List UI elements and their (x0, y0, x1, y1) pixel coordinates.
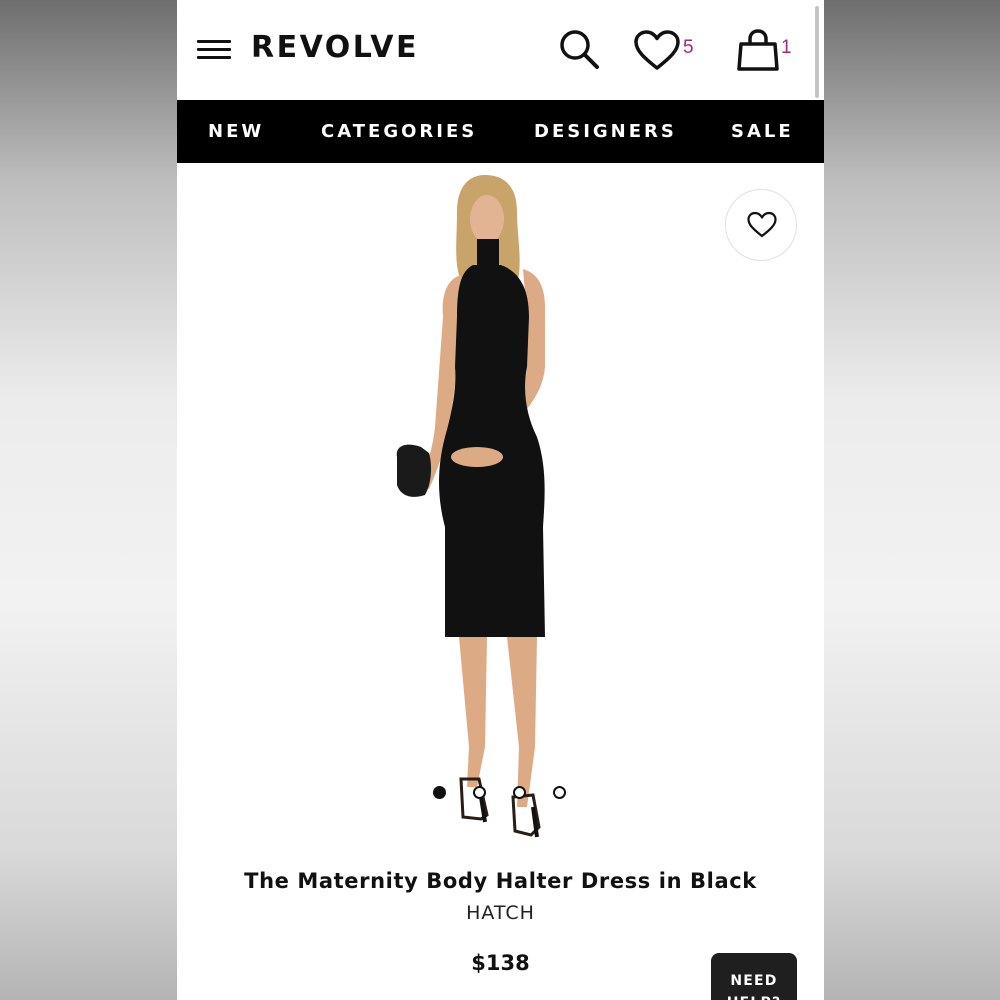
shopping-bag-icon[interactable] (735, 28, 781, 72)
product-image-carousel[interactable] (177, 163, 824, 853)
need-help-button[interactable]: NEED HELP? (711, 953, 797, 1000)
scrollbar[interactable] (815, 6, 819, 98)
product-model-image (396, 175, 545, 838)
carousel-dot[interactable] (513, 786, 526, 799)
menu-icon[interactable] (197, 38, 233, 62)
nav-designers[interactable]: DESIGNERS (534, 121, 677, 142)
product-title: The Maternity Body Halter Dress in Black (244, 869, 757, 893)
carousel-dot[interactable] (473, 786, 486, 799)
main-nav: NEW CATEGORIES DESIGNERS SALE (177, 100, 824, 163)
bag-count-badge: 1 (781, 37, 792, 58)
carousel-dot[interactable] (553, 786, 566, 799)
search-icon[interactable] (557, 27, 601, 71)
carousel-pagination (433, 786, 573, 800)
heart-icon (747, 211, 777, 238)
nav-new[interactable]: NEW (208, 121, 264, 142)
revolve-logo[interactable]: REVOLVE (251, 30, 419, 65)
wishlist-heart-icon[interactable] (633, 30, 681, 72)
nav-sale[interactable]: SALE (731, 121, 794, 142)
header: REVOLVE 5 1 (177, 0, 824, 100)
add-to-wishlist-button[interactable] (725, 189, 797, 261)
product-brand-link[interactable]: HATCH (177, 902, 824, 924)
carousel-dot[interactable] (433, 786, 446, 799)
wishlist-count-badge: 5 (683, 37, 694, 58)
mobile-page: REVOLVE 5 1 NEW CATEGORIES DESIGNERS SAL (177, 0, 824, 1000)
nav-categories[interactable]: CATEGORIES (321, 121, 477, 142)
